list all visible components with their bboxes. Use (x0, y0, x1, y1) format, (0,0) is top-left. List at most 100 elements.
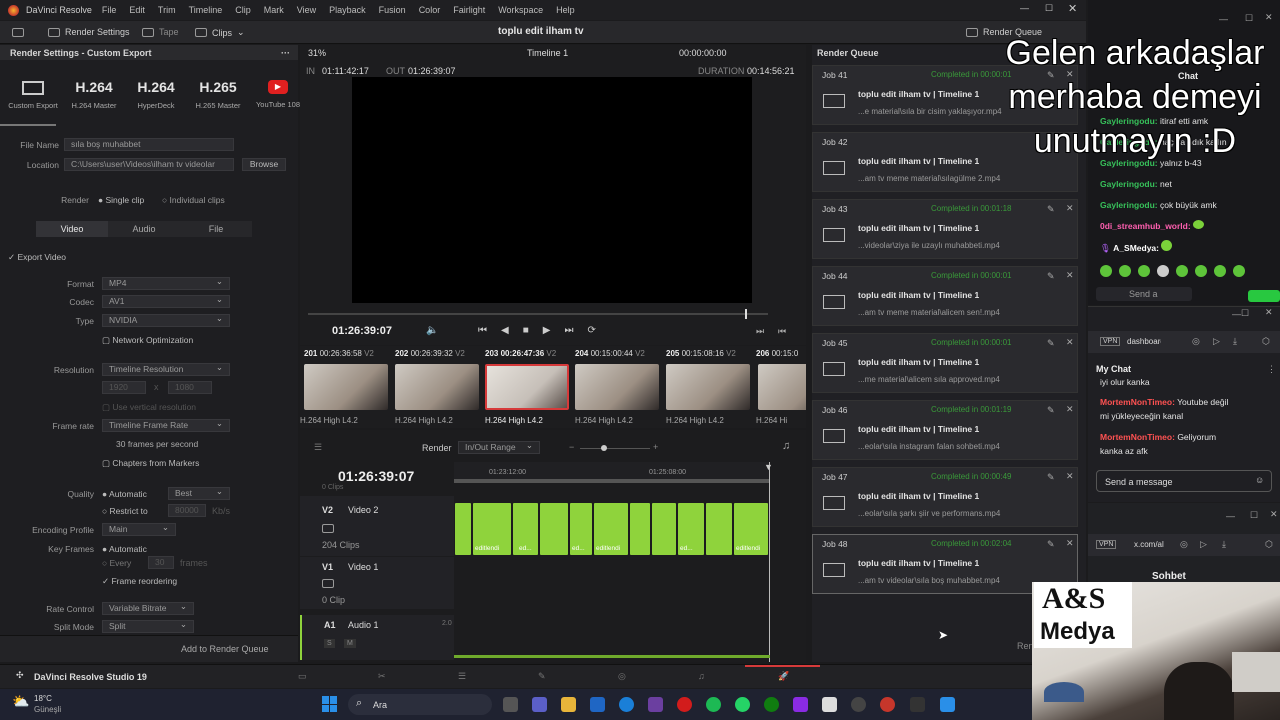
outlook-icon[interactable] (590, 697, 605, 712)
app-icon[interactable] (822, 697, 837, 712)
scrubber-bar[interactable] (308, 313, 768, 315)
vpn-badge[interactable]: VPN (1096, 540, 1117, 549)
type-select[interactable]: NVIDIA (102, 313, 230, 327)
timeline-clip[interactable]: editlendi (734, 503, 768, 555)
resolution-height-input[interactable]: 1080 (168, 381, 212, 394)
clip-thumb-204[interactable]: 204 00:15:00:44 V2 H.264 High L4.2 (575, 346, 663, 426)
chat2-minimize-button[interactable]: — (1232, 309, 1241, 319)
render-range-select[interactable]: In/Out Range (458, 440, 540, 454)
timeline-clip[interactable] (630, 503, 650, 555)
jump-end-icon[interactable]: ⏭ (564, 325, 573, 336)
chat-minimize-button[interactable]: — (1219, 14, 1228, 24)
menu-timeline[interactable]: Timeline (189, 5, 223, 15)
extension-icon[interactable]: ⬡ (1262, 336, 1270, 347)
file-explorer-icon[interactable] (561, 697, 576, 712)
track-header-v2[interactable]: V2 Video 2 204 Clips (300, 496, 454, 556)
fusion-page-icon[interactable]: ✎ (538, 671, 546, 682)
tab-video[interactable]: Video (36, 221, 108, 237)
edge-icon[interactable] (619, 697, 634, 712)
deliver-page-icon[interactable]: 🚀 (778, 671, 789, 682)
menu-trim[interactable]: Trim (158, 5, 176, 15)
restrict-value-input[interactable]: 80000 (168, 504, 206, 517)
tape-button[interactable]: Tape (142, 27, 179, 37)
davinci-taskbar-icon[interactable] (880, 697, 895, 712)
preset-youtube[interactable]: ▶ YouTube 108 (248, 79, 308, 109)
render-job[interactable]: Job 44 Completed in 00:00:01 ✎ ✕ toplu edit … (812, 266, 1078, 326)
zoom-slider-handle[interactable] (601, 445, 607, 451)
zoom-out-icon[interactable]: − (569, 442, 574, 452)
windows-start-icon[interactable] (322, 696, 338, 712)
timeline-clip[interactable]: ed... (678, 503, 704, 555)
teams-icon[interactable] (532, 697, 547, 712)
timeline-selector[interactable]: Timeline 1 (527, 48, 568, 58)
delete-icon[interactable]: ✕ (1066, 471, 1074, 482)
resolution-width-input[interactable]: 1920 (102, 381, 146, 394)
file-name-input[interactable]: sıla boş muhabbet (64, 138, 234, 151)
delete-icon[interactable]: ✕ (1066, 270, 1074, 281)
volume-icon[interactable]: 🔈 (426, 325, 438, 336)
menu-view[interactable]: View (297, 5, 316, 15)
solo-button[interactable]: S (324, 639, 335, 648)
codec-select[interactable]: AV1 (102, 294, 230, 308)
chapters-checkbox[interactable]: ▢ Chapters from Markers (102, 458, 199, 469)
edit-page-icon[interactable]: ☰ (458, 671, 466, 682)
track-header-a1[interactable]: A1 Audio 1 2.0 S M (300, 615, 454, 660)
task-view-icon[interactable] (503, 697, 518, 712)
menu-fairlight[interactable]: Fairlight (453, 5, 485, 15)
shield-icon[interactable]: ◎ (1192, 336, 1200, 347)
export-video-checkbox[interactable]: ✓ Export Video (8, 252, 66, 263)
format-select[interactable]: MP4 (102, 276, 230, 290)
timeline-playhead[interactable] (769, 462, 770, 662)
timeline-clip[interactable] (706, 503, 732, 555)
spotify-icon[interactable] (706, 697, 721, 712)
keyframes-every-radio[interactable]: ○ Every (102, 558, 131, 568)
preset-h265-master[interactable]: H.265 H.265 Master (188, 79, 248, 110)
clip-thumb-205[interactable]: 205 00:15:08:16 V2 H.264 High L4.2 (666, 346, 754, 426)
browse-button[interactable]: Browse (242, 158, 286, 171)
chat1-send-button[interactable] (1248, 290, 1280, 302)
download-icon[interactable]: ⤓ (1222, 539, 1226, 550)
step-back-icon[interactable]: ◀ (501, 325, 509, 336)
more-options-icon[interactable]: ⋮ (1267, 364, 1276, 375)
timeline-clip[interactable] (652, 503, 676, 555)
timeline-options-icon[interactable]: ☰ (314, 442, 322, 453)
media-page-icon[interactable]: ▭ (298, 671, 307, 682)
menu-edit[interactable]: Edit (129, 5, 145, 15)
menu-color[interactable]: Color (419, 5, 441, 15)
quality-automatic-radio[interactable]: ● Automatic (102, 489, 147, 499)
chat2-message-input[interactable]: Send a message ☺ (1096, 470, 1272, 492)
chat2-url[interactable]: dashboard (1127, 337, 1161, 346)
emoji-icon[interactable]: ☺ (1255, 475, 1264, 485)
timeline-clip[interactable]: ed... (570, 503, 592, 555)
play-icon[interactable]: ▶ (543, 325, 551, 336)
track-header-v1[interactable]: V1 Video 1 0 Clip (300, 557, 454, 609)
menu-help[interactable]: Help (556, 5, 575, 15)
send-icon[interactable]: ▷ (1200, 539, 1207, 550)
send-icon[interactable]: ▷ (1213, 336, 1220, 347)
xbox-icon[interactable] (764, 697, 779, 712)
zoom-slider[interactable] (580, 448, 650, 449)
individual-clips-radio[interactable]: ○ Individual clips (162, 195, 225, 205)
edit-icon[interactable]: ✎ (1047, 472, 1055, 483)
clip-thumb-203[interactable]: 203 00:26:47:36 V2 H.264 High L4.2 (485, 346, 573, 426)
track-v1-monitor-icon[interactable] (322, 579, 334, 588)
keyframes-automatic-radio[interactable]: ● Automatic (102, 544, 147, 554)
extension-icon[interactable]: ⬡ (1265, 539, 1273, 550)
encoding-profile-select[interactable]: Main (102, 522, 176, 536)
next-clip-icon[interactable]: ⏮ (778, 326, 786, 337)
color-page-icon[interactable]: ◎ (618, 671, 626, 682)
proton-mail-icon[interactable] (648, 697, 663, 712)
chat3-close-button[interactable]: ✕ (1270, 509, 1278, 520)
fairlight-page-icon[interactable]: ♫ (698, 671, 705, 681)
rate-control-select[interactable]: Variable Bitrate (102, 601, 194, 615)
chat-maximize-button[interactable]: ☐ (1245, 13, 1253, 24)
menu-playback[interactable]: Playback (329, 5, 366, 15)
restrict-to-radio[interactable]: ○ Restrict to (102, 506, 148, 516)
chat3-minimize-button[interactable]: — (1226, 511, 1235, 521)
timeline-clip[interactable]: editlendi (473, 503, 511, 555)
track-v2-monitor-icon[interactable] (322, 524, 334, 533)
timeline-clip[interactable] (540, 503, 568, 555)
taskbar-search[interactable]: ⌕ Ara (348, 694, 492, 715)
window-maximize-button[interactable]: ☐ (1045, 3, 1053, 14)
menu-fusion[interactable]: Fusion (379, 5, 406, 15)
